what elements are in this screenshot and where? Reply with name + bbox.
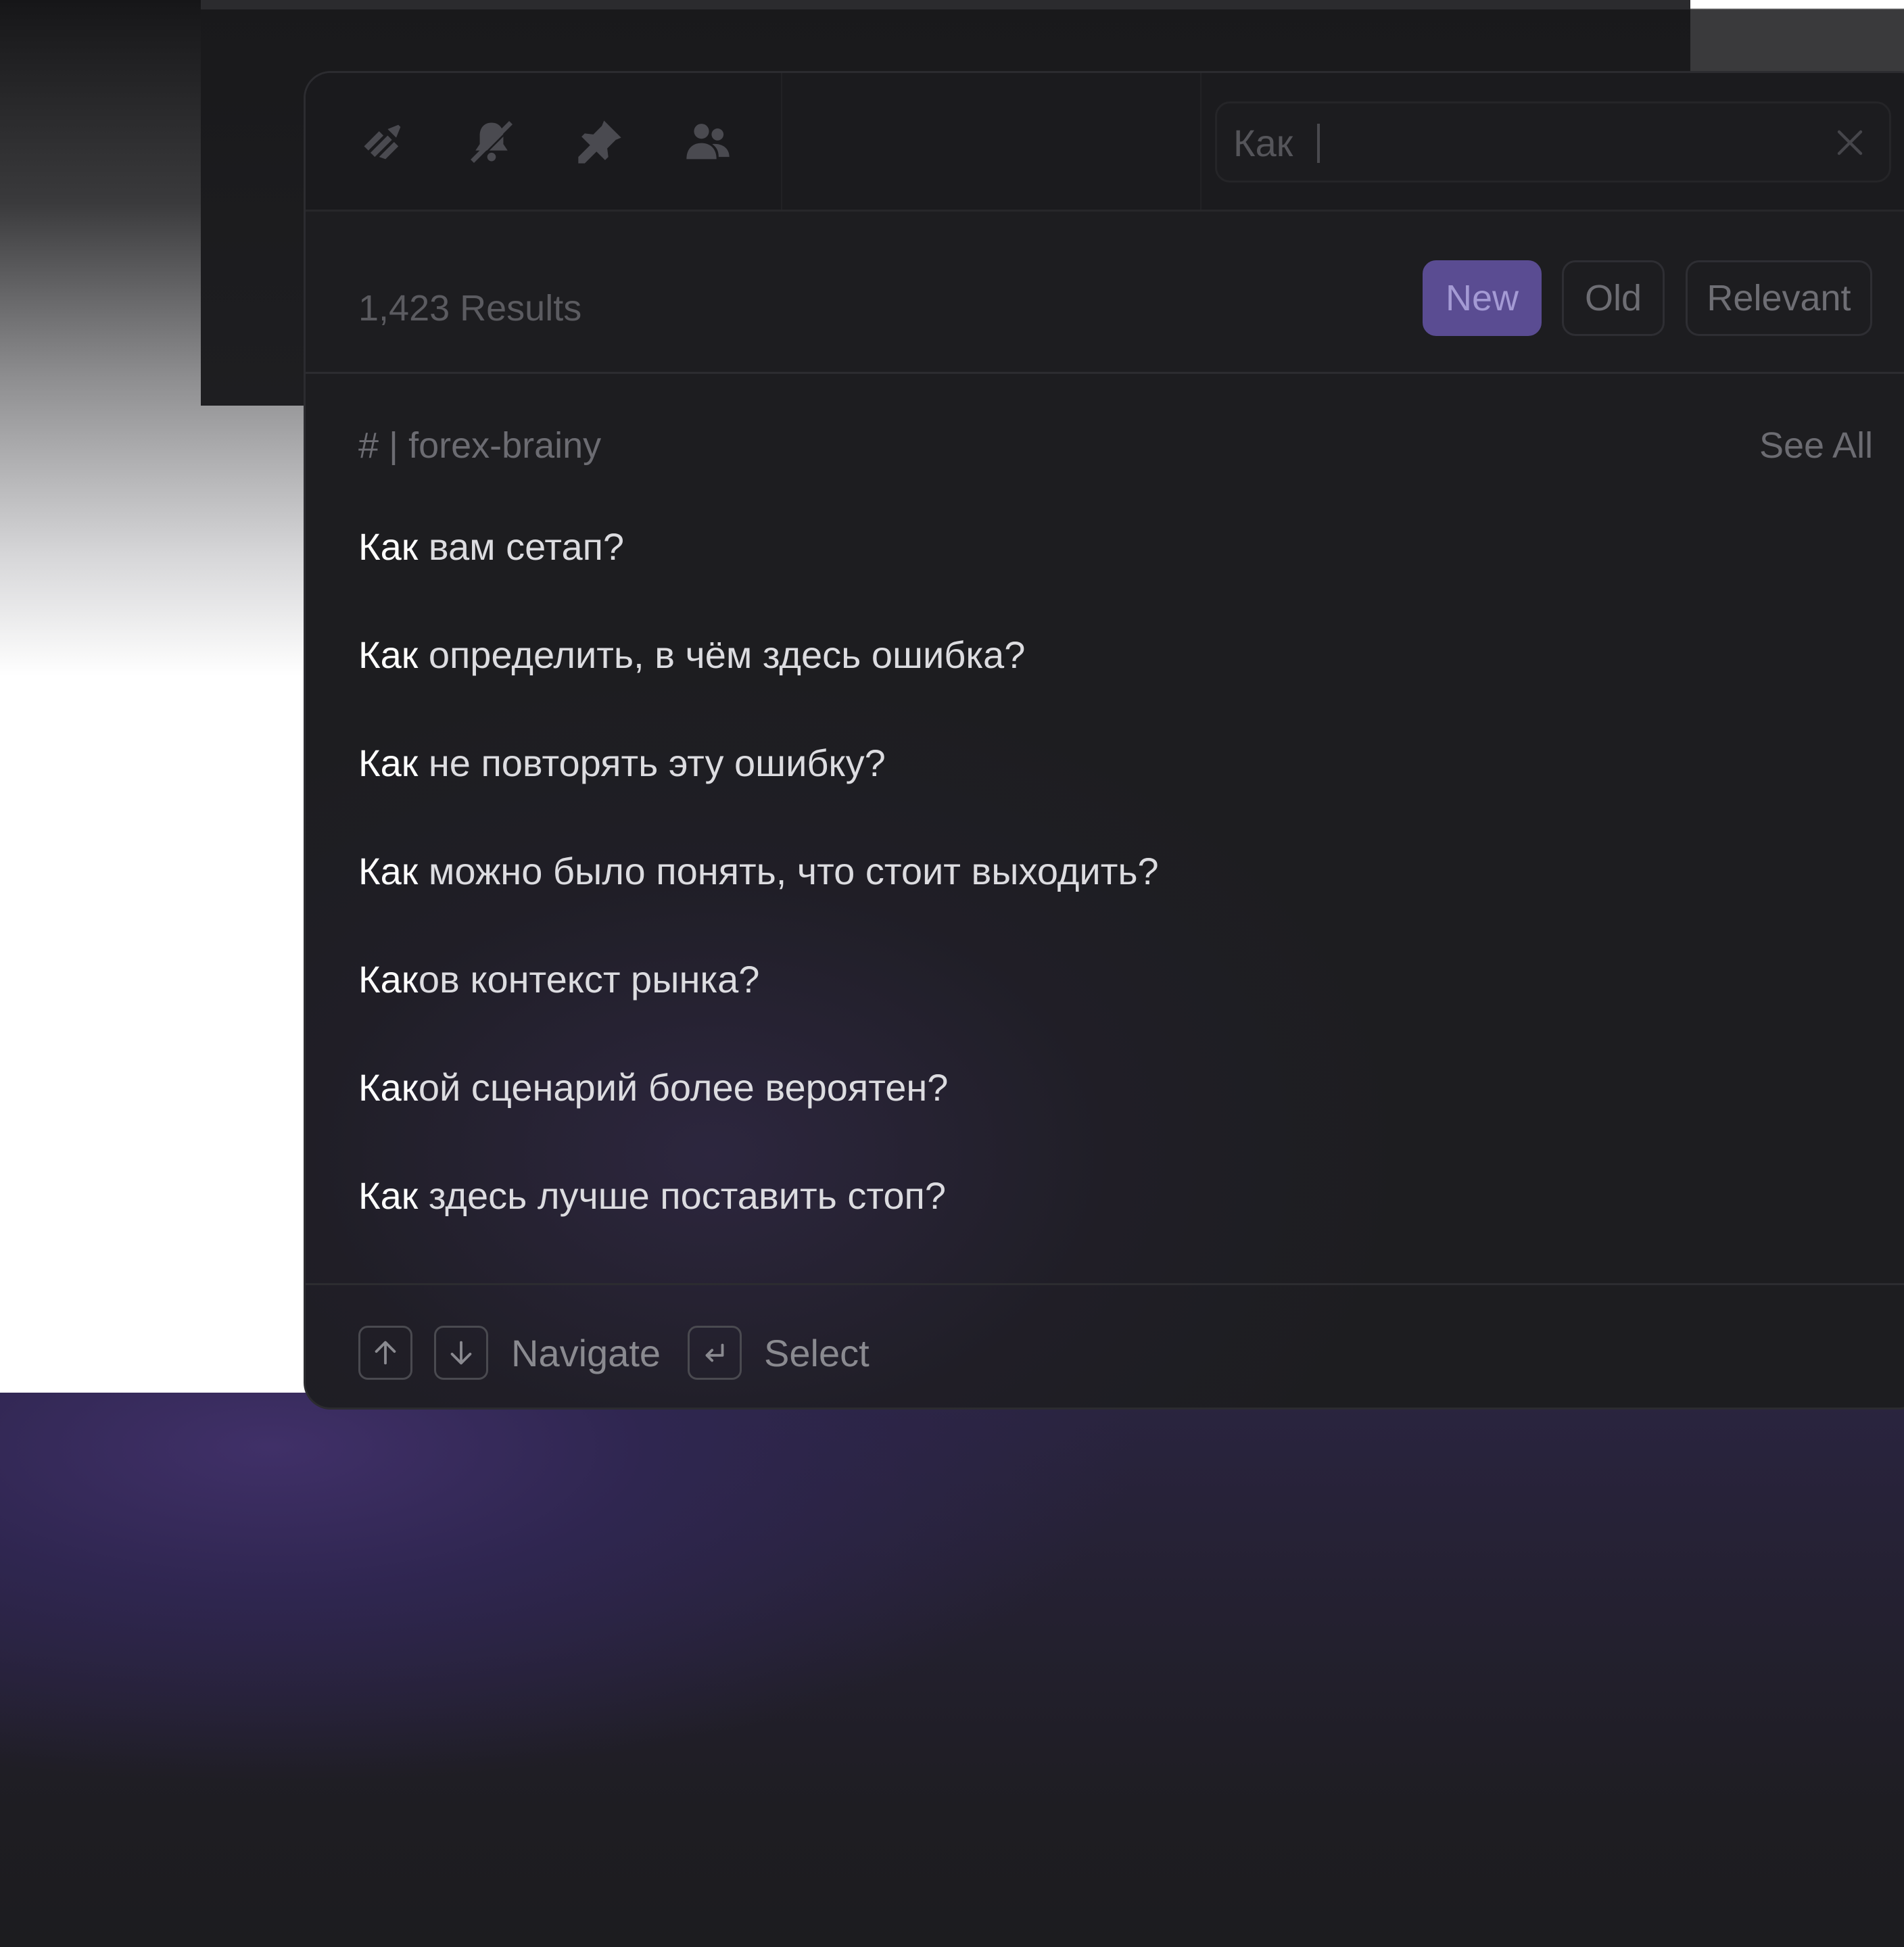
result-match: Как: [358, 525, 419, 568]
channel-name: # | forex-brainy: [358, 425, 602, 466]
select-hint: Select: [764, 1332, 870, 1374]
background-app-edge: [201, 0, 1710, 9]
result-match: Как: [358, 1174, 419, 1217]
keyboard-hints: Navigate Select: [306, 1283, 1904, 1408]
background-corner: [1690, 0, 1904, 74]
result-text: вам сетап?: [418, 525, 625, 568]
result-match: Как: [358, 850, 419, 892]
result-item[interactable]: Каков контекст рынка?: [358, 957, 759, 1001]
result-item[interactable]: Как здесь лучше поставить стоп?: [358, 1174, 946, 1218]
result-match: Как: [358, 742, 419, 784]
result-match: Как: [358, 633, 419, 676]
results-count: 1,423 Results: [358, 288, 582, 329]
see-all-link[interactable]: See All: [1759, 425, 1873, 466]
result-match: Как: [358, 1066, 419, 1109]
result-text: определить, в чём здесь ошибка?: [418, 633, 1026, 676]
search-input[interactable]: [1233, 118, 1774, 167]
navigate-hint: Navigate: [511, 1332, 661, 1374]
result-item[interactable]: Какой сценарий более вероятен?: [358, 1065, 948, 1109]
search-box[interactable]: [1215, 101, 1891, 183]
search-panel: 1,423 Results New Old Relevant # | forex…: [304, 71, 1904, 1410]
result-text: ов контекст рынка?: [418, 958, 760, 1001]
sort-old-button[interactable]: Old: [1562, 260, 1665, 336]
pin-icon[interactable]: [573, 115, 627, 169]
result-text: можно было понять, что стоит выходить?: [418, 850, 1159, 892]
background-purple-glow: [0, 1393, 1904, 1947]
result-item[interactable]: Как вам сетап?: [358, 525, 624, 569]
results-bar: 1,423 Results New Old Relevant: [306, 212, 1904, 374]
toolbar-spacer: [782, 73, 1201, 210]
arrow-up-icon: [358, 1326, 412, 1380]
arrow-down-icon: [434, 1326, 488, 1380]
mute-icon[interactable]: [465, 115, 519, 169]
result-item[interactable]: Как можно было понять, что стоит выходит…: [358, 849, 1159, 893]
close-icon[interactable]: [1828, 121, 1872, 164]
toolbar-icon-group: [306, 73, 782, 210]
sort-relevant-button[interactable]: Relevant: [1686, 260, 1872, 336]
members-icon[interactable]: [681, 115, 735, 169]
result-match: Как: [358, 958, 419, 1001]
text-caret: [1317, 124, 1320, 163]
result-item[interactable]: Как определить, в чём здесь ошибка?: [358, 633, 1025, 677]
sort-new-button[interactable]: New: [1423, 260, 1542, 336]
result-text: не повторять эту ошибку?: [418, 742, 886, 784]
result-item[interactable]: Как не повторять эту ошибку?: [358, 741, 886, 785]
result-text: здесь лучше поставить стоп?: [418, 1174, 946, 1217]
enter-icon: [688, 1326, 742, 1380]
threads-icon[interactable]: [356, 115, 410, 169]
result-text: ой сценарий более вероятен?: [418, 1066, 949, 1109]
toolbar: [306, 73, 1904, 212]
